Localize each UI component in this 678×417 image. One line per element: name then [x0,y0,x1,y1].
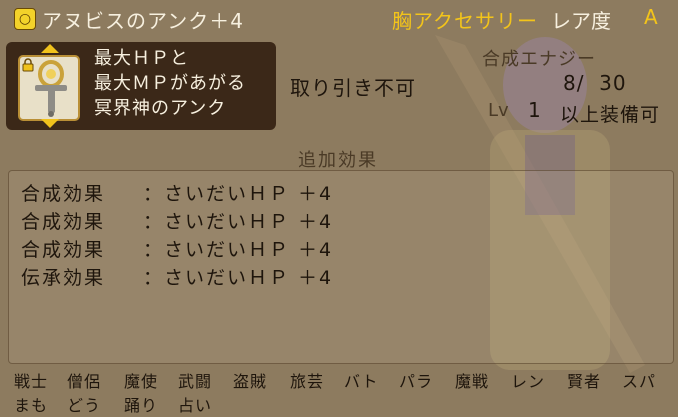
effect-type: 伝承効果 [21,267,106,289]
effect-value: ：さいだいＨＰ ＋4 [143,183,334,205]
added-effects-title: 追加効果 [298,150,378,171]
effect-type: 合成効果 [21,239,106,261]
scroll-up-arrow-icon[interactable] [41,44,59,53]
effect-value: ：さいだいＨＰ ＋4 [143,211,334,233]
item-summary-panel: 最大ＨＰと 最大ＭＰがあがる 冥界神のアンク [6,42,276,130]
effect-value: ：さいだいＨＰ ＋4 [143,267,334,289]
trade-status: 取り引き不可 [290,76,416,100]
effect-value: ：さいだいＨＰ ＋4 [143,239,334,261]
job-dancer: 踊り [124,396,159,415]
description-line: 最大ＭＰがあがる [94,73,246,94]
synthesis-energy-value: 8/ 30 [563,71,627,95]
description-line: 冥界神のアンク [94,98,227,119]
job-sage: 賢者 [567,372,602,391]
item-category: 胸アクセサリー [392,9,538,33]
rarity-label: レア度 [551,9,611,33]
description-line: 最大ＨＰと [94,48,189,69]
level-value: 1 [528,98,541,122]
lock-icon [22,58,34,72]
effect-type: 合成効果 [21,211,106,233]
job-thief: 盗賊 [233,372,268,391]
job-martial-artist: 武闘 [178,372,213,391]
equippable-jobs: 戦士 僧侶 魔使 武闘 盗賊 旅芸 バト パラ 魔戦 レン 賢者 スパ まも ど… [0,362,678,417]
job-monster-master: まも [14,396,49,415]
rarity-value: A [644,5,658,29]
job-mage: 魔使 [124,372,159,391]
job-warrior: 戦士 [14,372,49,391]
job-paladin: パラ [399,372,434,391]
job-armamentalist: 魔戦 [455,372,490,391]
item-description: 最大ＨＰと 最大ＭＰがあがる 冥界神のアンク [94,46,246,121]
accessory-type-icon: ○ [14,8,36,30]
scroll-down-arrow-icon[interactable] [41,119,59,128]
job-battle-master: バト [344,372,379,391]
job-item-master: どう [67,396,102,415]
job-ranger: レン [511,372,546,391]
added-effects-list: 合成効果 ：さいだいＨＰ ＋4 合成効果 ：さいだいＨＰ ＋4 合成効果 ：さい… [8,170,674,364]
synthesis-energy-label: 合成エナジー [482,49,596,70]
job-fortune-teller: 占い [178,396,213,415]
effect-type: 合成効果 [21,183,106,205]
job-superstar: スパ [622,372,657,391]
level-label: Lv [488,100,509,121]
item-name: アヌビスのアンク＋4 [42,9,244,33]
job-priest: 僧侶 [67,372,102,391]
item-header: ○ アヌビスのアンク＋4 胸アクセサリー レア度 A [0,0,678,36]
item-icon [18,55,80,121]
level-requirement-text: 以上装備可 [560,104,661,126]
job-minstrel: 旅芸 [290,372,325,391]
